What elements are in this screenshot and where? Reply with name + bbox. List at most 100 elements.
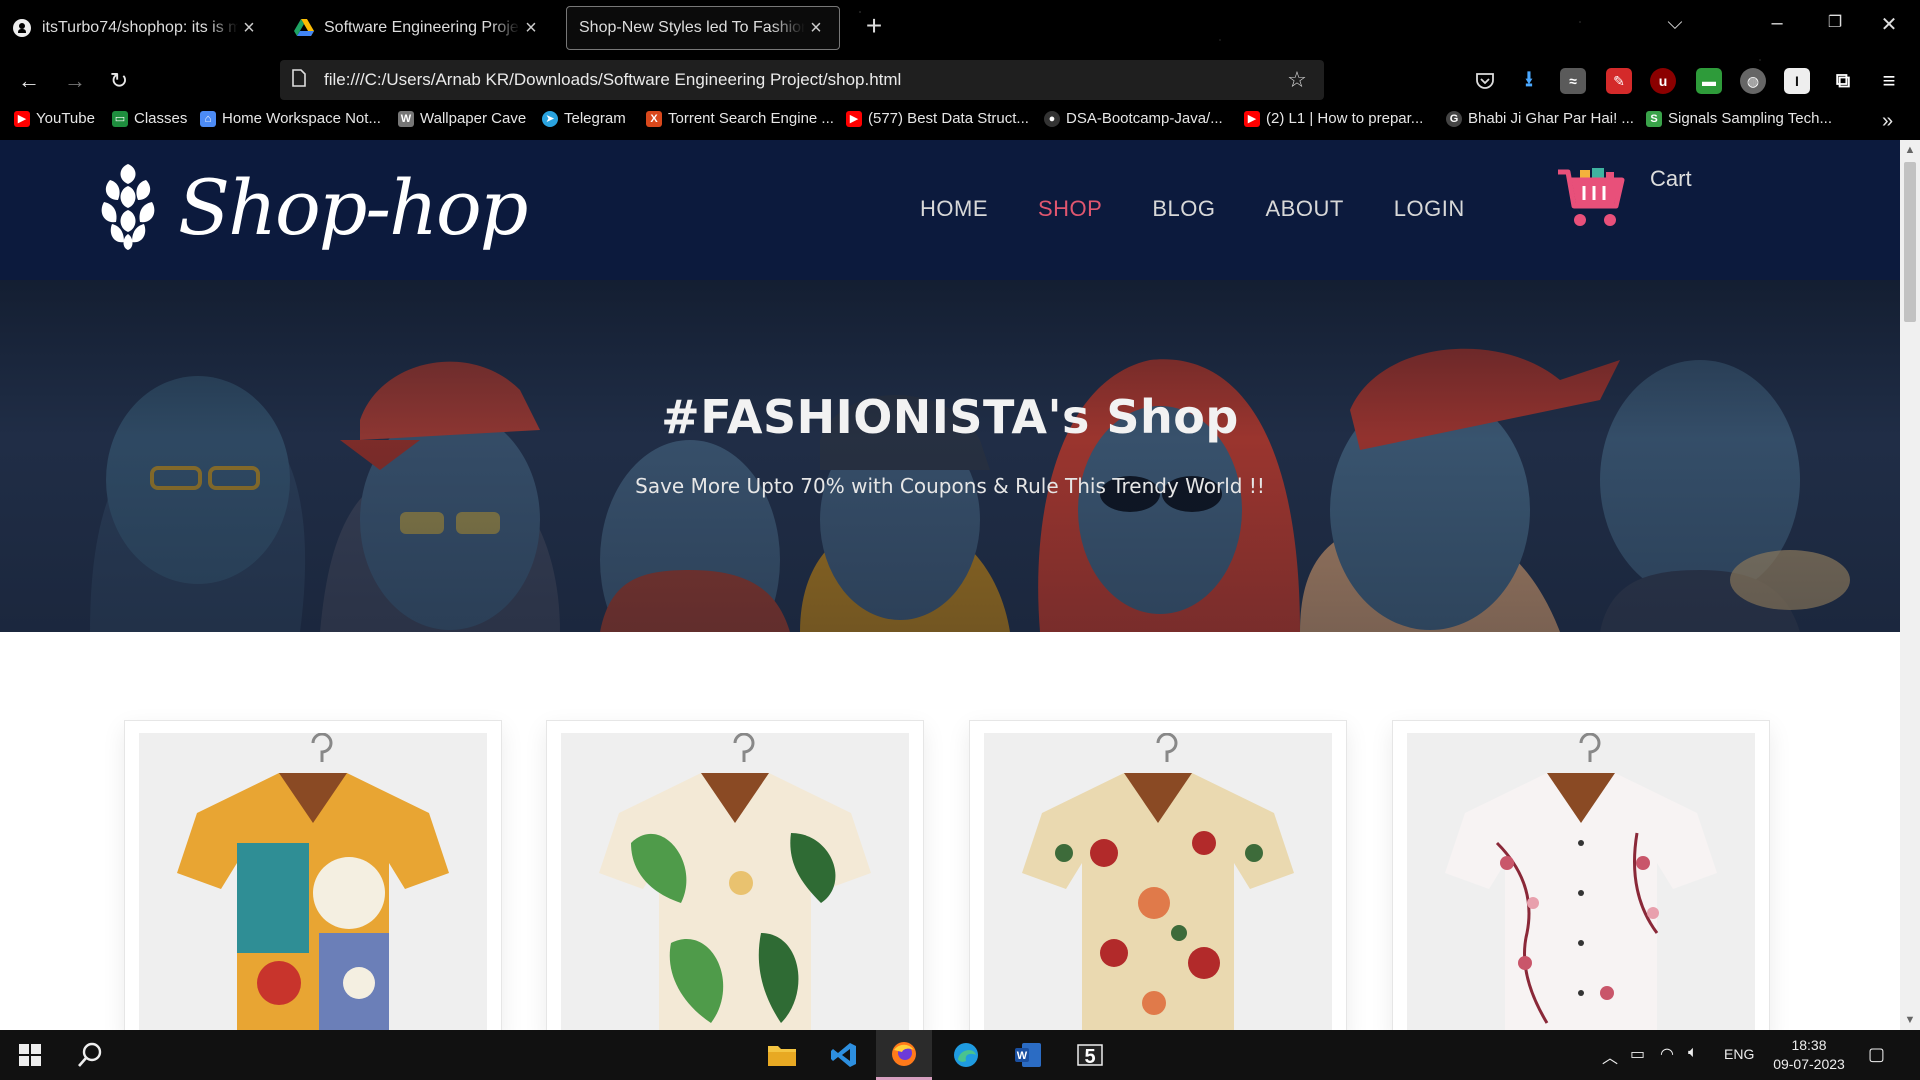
bookmark-item[interactable]: ▭ Classes xyxy=(112,110,187,127)
close-window-icon[interactable]: ✕ xyxy=(1874,12,1904,37)
shirt-image xyxy=(177,733,449,1030)
page-scrollbar[interactable]: ▲ ▼ xyxy=(1900,140,1920,1030)
product-image[interactable] xyxy=(139,733,487,1030)
extension-icon[interactable]: I xyxy=(1784,68,1810,94)
tray-chevron-icon[interactable]: ︿ xyxy=(1602,1044,1618,1068)
page-icon xyxy=(292,68,312,92)
product-card[interactable] xyxy=(124,720,502,1030)
nav-shop[interactable]: SHOP xyxy=(1038,196,1102,222)
tab-title: itsTurbo74/shophop: its is my s xyxy=(42,19,238,36)
extension-icon[interactable]: ▬ xyxy=(1696,68,1722,94)
product-card[interactable] xyxy=(969,720,1347,1030)
youtube-icon: ▶ xyxy=(1244,110,1260,127)
cart-label[interactable]: Cart xyxy=(1650,166,1692,192)
site-logo[interactable]: Shop-hop xyxy=(96,162,528,252)
more-bookmarks-icon[interactable]: » xyxy=(1882,110,1893,133)
shirt-image xyxy=(1022,733,1294,1030)
bookmark-item[interactable]: ● DSA-Bootcamp-Java/... xyxy=(1044,110,1223,127)
bookmark-item[interactable]: G Bhabi Ji Ghar Par Hai! ... xyxy=(1446,110,1634,127)
wallpaper-cave-icon: W xyxy=(398,110,414,127)
cart-icon[interactable] xyxy=(1556,166,1626,235)
bookmark-item[interactable]: ▶ (577) Best Data Struct... xyxy=(846,110,1029,127)
edge-icon[interactable] xyxy=(938,1030,994,1080)
clock-date: 09-07-2023 xyxy=(1773,1056,1845,1072)
product-image[interactable] xyxy=(984,733,1332,1030)
google-drive-icon xyxy=(294,18,314,38)
hop-logo-icon xyxy=(101,164,155,250)
wifi-icon[interactable]: ◠ xyxy=(1660,1044,1674,1064)
nav-blog[interactable]: BLOG xyxy=(1152,196,1215,222)
extension-icon[interactable]: ✎ xyxy=(1606,68,1632,94)
globe-icon[interactable]: ◍ xyxy=(1740,68,1766,94)
close-tab-icon[interactable]: × xyxy=(805,17,827,40)
ublock-icon[interactable]: u xyxy=(1650,68,1676,94)
minimize-icon[interactable]: – xyxy=(1762,12,1792,35)
scroll-up-icon[interactable]: ▲ xyxy=(1900,140,1920,160)
vscode-icon[interactable] xyxy=(816,1030,872,1080)
firefox-icon[interactable] xyxy=(876,1030,932,1080)
pocket-icon[interactable] xyxy=(1472,68,1498,94)
back-icon[interactable]: ← xyxy=(12,64,46,98)
close-tab-icon[interactable]: × xyxy=(238,17,260,40)
bookmark-item[interactable]: ➤ Telegram xyxy=(542,110,626,127)
bookmark-item[interactable]: ▶ (2) L1 | How to prepar... xyxy=(1244,110,1423,127)
tab-google-drive[interactable]: Software Engineering Project - G × xyxy=(282,6,554,50)
tab-strip: itsTurbo74/shophop: its is my s × Softwa… xyxy=(0,0,1920,54)
list-tabs-icon[interactable]: ⌵ xyxy=(1660,12,1690,35)
menu-icon[interactable]: ≡ xyxy=(1876,68,1902,94)
extension-icon[interactable]: ≈ xyxy=(1560,68,1586,94)
scrollbar-thumb[interactable] xyxy=(1904,162,1916,322)
bookmark-item[interactable]: X Torrent Search Engine ... xyxy=(646,110,834,127)
downloads-icon[interactable]: ⭳ xyxy=(1516,66,1542,94)
windows-start-icon[interactable] xyxy=(2,1030,58,1080)
site-header: Shop-hop HOME SHOP BLOG ABOUT LOGIN Cart xyxy=(0,140,1900,280)
volume-icon[interactable]: 🔈︎ xyxy=(1688,1044,1698,1062)
hero-title: #FASHIONISTA's Shop xyxy=(661,390,1239,444)
browser-chrome: itsTurbo74/shophop: its is my s × Softwa… xyxy=(0,0,1920,140)
system-clock[interactable]: 18:38 09-07-2023 xyxy=(1772,1036,1846,1074)
bookmark-item[interactable]: ⌂ Home Workspace Not... xyxy=(200,110,381,127)
search-icon[interactable] xyxy=(62,1030,118,1080)
url-text[interactable]: file:///C:/Users/Arnab KR/Downloads/Soft… xyxy=(324,70,1282,90)
new-tab-button[interactable]: + xyxy=(856,10,892,42)
close-tab-icon[interactable]: × xyxy=(520,17,542,40)
product-image[interactable] xyxy=(1407,733,1755,1030)
shirt-image xyxy=(1445,733,1717,1030)
github-icon xyxy=(12,18,32,38)
notifications-icon[interactable]: ▢ xyxy=(1868,1044,1885,1065)
github-icon: ● xyxy=(1044,110,1060,127)
telegram-icon: ➤ xyxy=(542,110,558,127)
bookmark-star-icon[interactable]: ☆ xyxy=(1282,67,1312,93)
product-image[interactable] xyxy=(561,733,909,1030)
extensions-puzzle-icon[interactable]: ⧉ xyxy=(1830,68,1856,94)
tab-title: Shop-New Styles led To Fashion xyxy=(579,19,805,36)
hero-subtitle: Save More Upto 70% with Coupons & Rule T… xyxy=(635,474,1265,498)
nav-login[interactable]: LOGIN xyxy=(1394,196,1465,222)
sticky-5-icon[interactable]: 5 xyxy=(1062,1030,1118,1080)
reload-icon[interactable]: ↻ xyxy=(102,64,136,98)
tab-shop[interactable]: Shop-New Styles led To Fashion × xyxy=(566,6,840,50)
signals-icon: S xyxy=(1646,110,1662,127)
hero-banner: #FASHIONISTA's Shop Save More Upto 70% w… xyxy=(0,280,1900,632)
language-indicator[interactable]: ENG xyxy=(1724,1046,1754,1062)
restore-icon[interactable]: ❐ xyxy=(1820,12,1850,32)
torrent-icon: X xyxy=(646,110,662,127)
scroll-down-icon[interactable]: ▼ xyxy=(1900,1010,1920,1030)
navigation-toolbar: ← → ↻ file:///C:/Users/Arnab KR/Download… xyxy=(0,58,1920,104)
clock-time: 18:38 xyxy=(1791,1037,1827,1053)
word-icon[interactable]: W xyxy=(1000,1030,1056,1080)
tab-github[interactable]: itsTurbo74/shophop: its is my s × xyxy=(0,6,272,50)
bookmark-item[interactable]: ▶ YouTube xyxy=(14,110,95,127)
address-bar[interactable]: file:///C:/Users/Arnab KR/Downloads/Soft… xyxy=(280,60,1324,100)
workspace-icon: ⌂ xyxy=(200,110,216,127)
product-card[interactable] xyxy=(1392,720,1770,1030)
battery-icon[interactable]: ▭ xyxy=(1630,1044,1645,1064)
file-explorer-icon[interactable] xyxy=(754,1030,810,1080)
bookmark-item[interactable]: W Wallpaper Cave xyxy=(398,110,526,127)
forward-icon[interactable]: → xyxy=(58,64,92,98)
nav-home[interactable]: HOME xyxy=(920,196,988,222)
bookmark-item[interactable]: S Signals Sampling Tech... xyxy=(1646,110,1832,127)
nav-about[interactable]: ABOUT xyxy=(1266,196,1344,222)
shirt-image xyxy=(599,733,871,1030)
product-card[interactable] xyxy=(546,720,924,1030)
